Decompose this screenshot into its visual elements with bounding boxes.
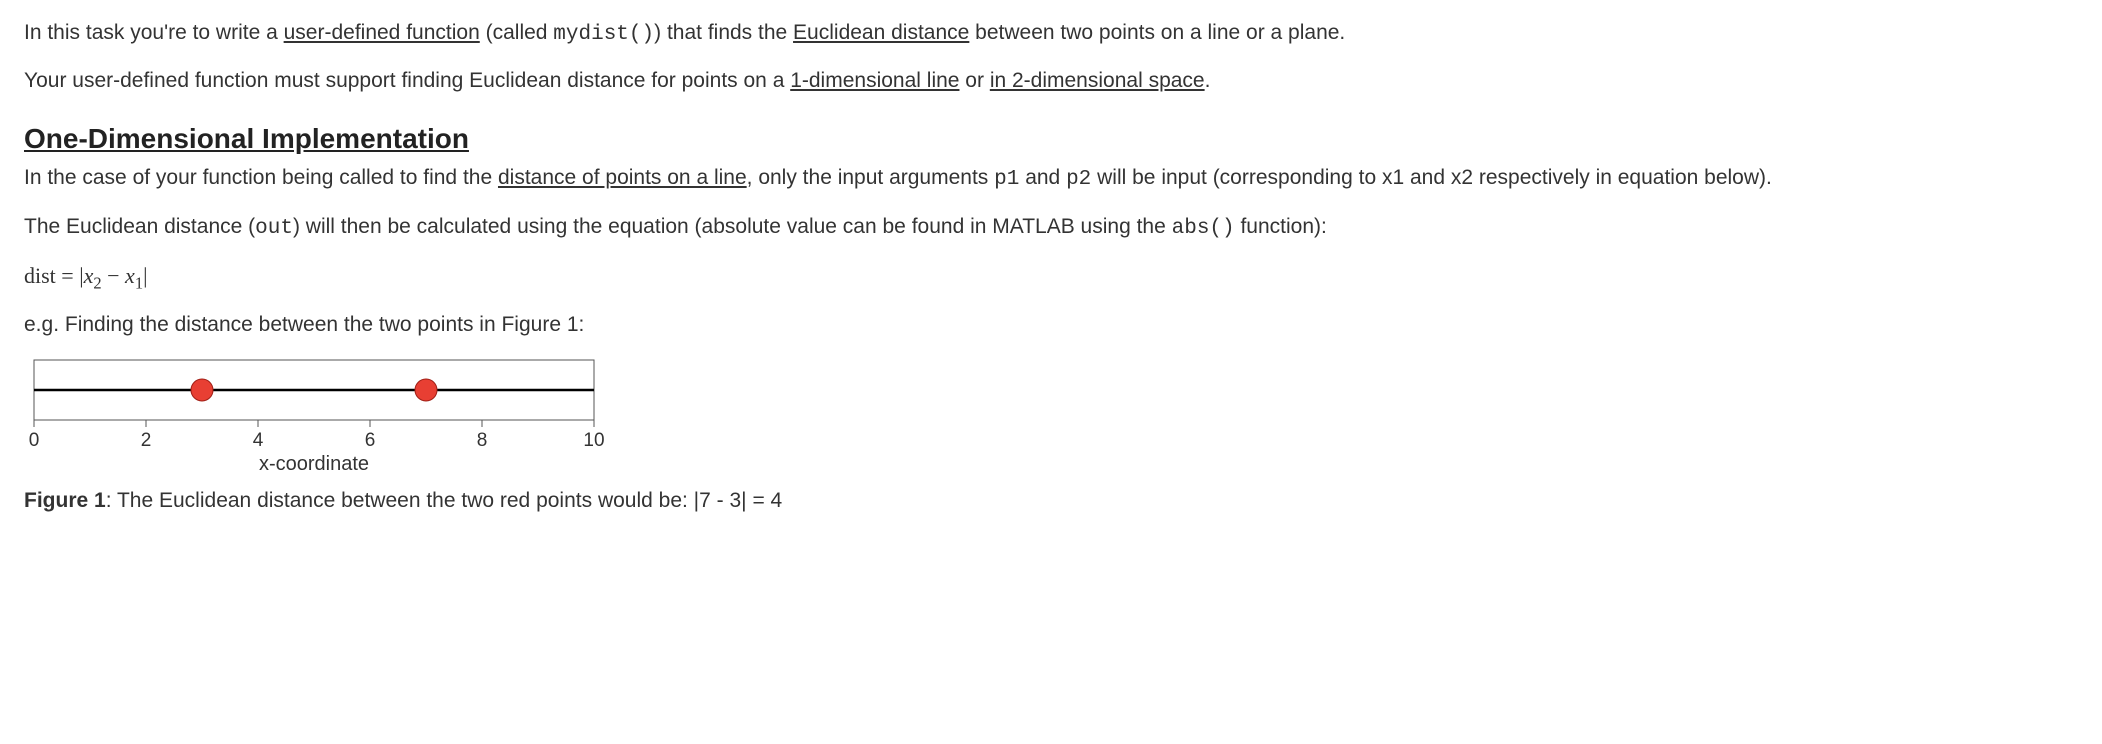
abs-close: | xyxy=(143,263,147,288)
formula-prefix: dist = xyxy=(24,263,79,288)
text: function): xyxy=(1235,215,1327,238)
svg-text:8: 8 xyxy=(477,430,488,451)
code-mydist: mydist() xyxy=(553,23,654,46)
svg-text:2: 2 xyxy=(141,430,152,451)
numberline-svg: 0 2 4 6 8 10 x-coordinate xyxy=(24,356,604,476)
link-euclidean-distance[interactable]: Euclidean distance xyxy=(793,21,969,44)
svg-text:10: 10 xyxy=(583,430,604,451)
minus: − xyxy=(102,263,125,288)
text: will be input (corresponding to x1 and x… xyxy=(1091,166,1772,189)
intro-paragraph-1: In this task you're to write a user-defi… xyxy=(24,18,2078,50)
svg-text:6: 6 xyxy=(365,430,376,451)
text: , only the input arguments xyxy=(747,166,994,189)
text: between two points on a line or a plane. xyxy=(969,21,1345,44)
link-1d-line[interactable]: 1-dimensional line xyxy=(790,69,959,92)
text: and xyxy=(1019,166,1066,189)
text: or xyxy=(959,69,989,92)
svg-text:4: 4 xyxy=(253,430,264,451)
link-2d-space[interactable]: in 2-dimensional space xyxy=(990,69,1205,92)
text: ) that finds the xyxy=(654,21,793,44)
link-distance-points-line[interactable]: distance of points on a line xyxy=(498,166,747,189)
text: ) will then be calculated using the equa… xyxy=(293,215,1172,238)
text: . xyxy=(1205,69,1211,92)
intro-paragraph-2: Your user-defined function must support … xyxy=(24,66,2078,96)
text: In this task you're to write a xyxy=(24,21,284,44)
section1-paragraph-2: The Euclidean distance (out) will then b… xyxy=(24,212,2078,244)
figure-1-chart: 0 2 4 6 8 10 x-coordinate xyxy=(24,356,2078,476)
code-p2: p2 xyxy=(1066,168,1091,191)
example-intro: e.g. Finding the distance between the tw… xyxy=(24,310,2078,340)
text: (called xyxy=(480,21,554,44)
var-x1: x xyxy=(125,263,135,288)
svg-text:x-coordinate: x-coordinate xyxy=(259,453,369,475)
var-x2: x xyxy=(84,263,94,288)
section-heading-1d: One-Dimensional Implementation xyxy=(24,119,2078,160)
figure-1-caption: Figure 1: The Euclidean distance between… xyxy=(24,486,2078,516)
text: Your user-defined function must support … xyxy=(24,69,790,92)
svg-text:0: 0 xyxy=(29,430,40,451)
code-abs: abs() xyxy=(1172,217,1235,240)
text: In the case of your function being calle… xyxy=(24,166,498,189)
link-user-defined-function[interactable]: user-defined function xyxy=(284,21,480,44)
code-out: out xyxy=(255,217,293,240)
caption-text: : The Euclidean distance between the two… xyxy=(106,489,783,512)
sub-1: 1 xyxy=(135,274,143,293)
caption-bold: Figure 1 xyxy=(24,489,106,512)
section1-paragraph-1: In the case of your function being calle… xyxy=(24,163,2078,195)
formula-1d: dist = |x2 − x1| xyxy=(24,260,2078,295)
text: The Euclidean distance ( xyxy=(24,215,255,238)
sub-2: 2 xyxy=(93,274,101,293)
code-p1: p1 xyxy=(994,168,1019,191)
